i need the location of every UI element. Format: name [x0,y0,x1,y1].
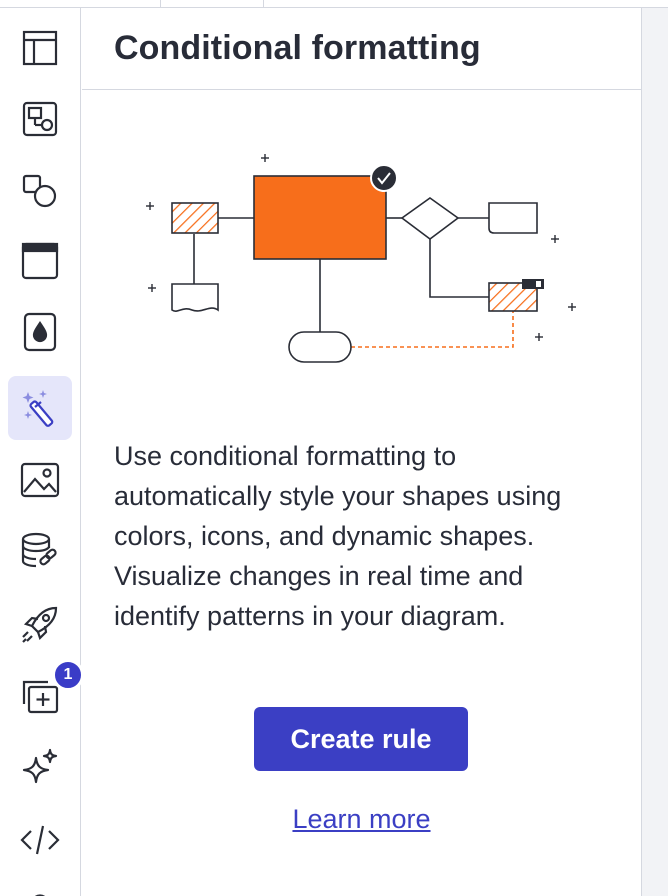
help-icon[interactable] [8,876,72,896]
rocket-icon[interactable] [8,592,72,656]
left-tool-rail: 1 [0,8,84,896]
notification-badge: 1 [52,659,84,691]
create-rule-button[interactable]: Create rule [254,707,468,771]
sparkle-icon[interactable] [8,736,72,800]
code-icon[interactable] [8,808,72,872]
magic-wand-icon[interactable] [8,376,72,440]
layout-panel-icon[interactable] [8,16,72,80]
learn-more-link[interactable]: Learn more [82,804,641,835]
fill-drop-icon[interactable] [8,300,72,364]
panel-header: Conditional formatting [82,8,641,90]
conditional-formatting-panel: Conditional formatting Use conditional f… [82,8,641,896]
image-icon[interactable] [8,448,72,512]
panel-description: Use conditional formatting to automatica… [114,441,562,631]
top-strip [0,0,668,8]
panel-title: Conditional formatting [114,29,481,67]
right-edge-panel [641,8,668,896]
shapes-library-icon[interactable] [8,87,72,151]
window-frame-icon[interactable] [8,229,72,293]
conditional-formatting-illustration [146,154,576,363]
shapes-icon[interactable] [8,158,72,222]
data-link-icon[interactable] [8,520,72,584]
top-strip-divider [160,0,161,7]
top-strip-divider [263,0,264,7]
